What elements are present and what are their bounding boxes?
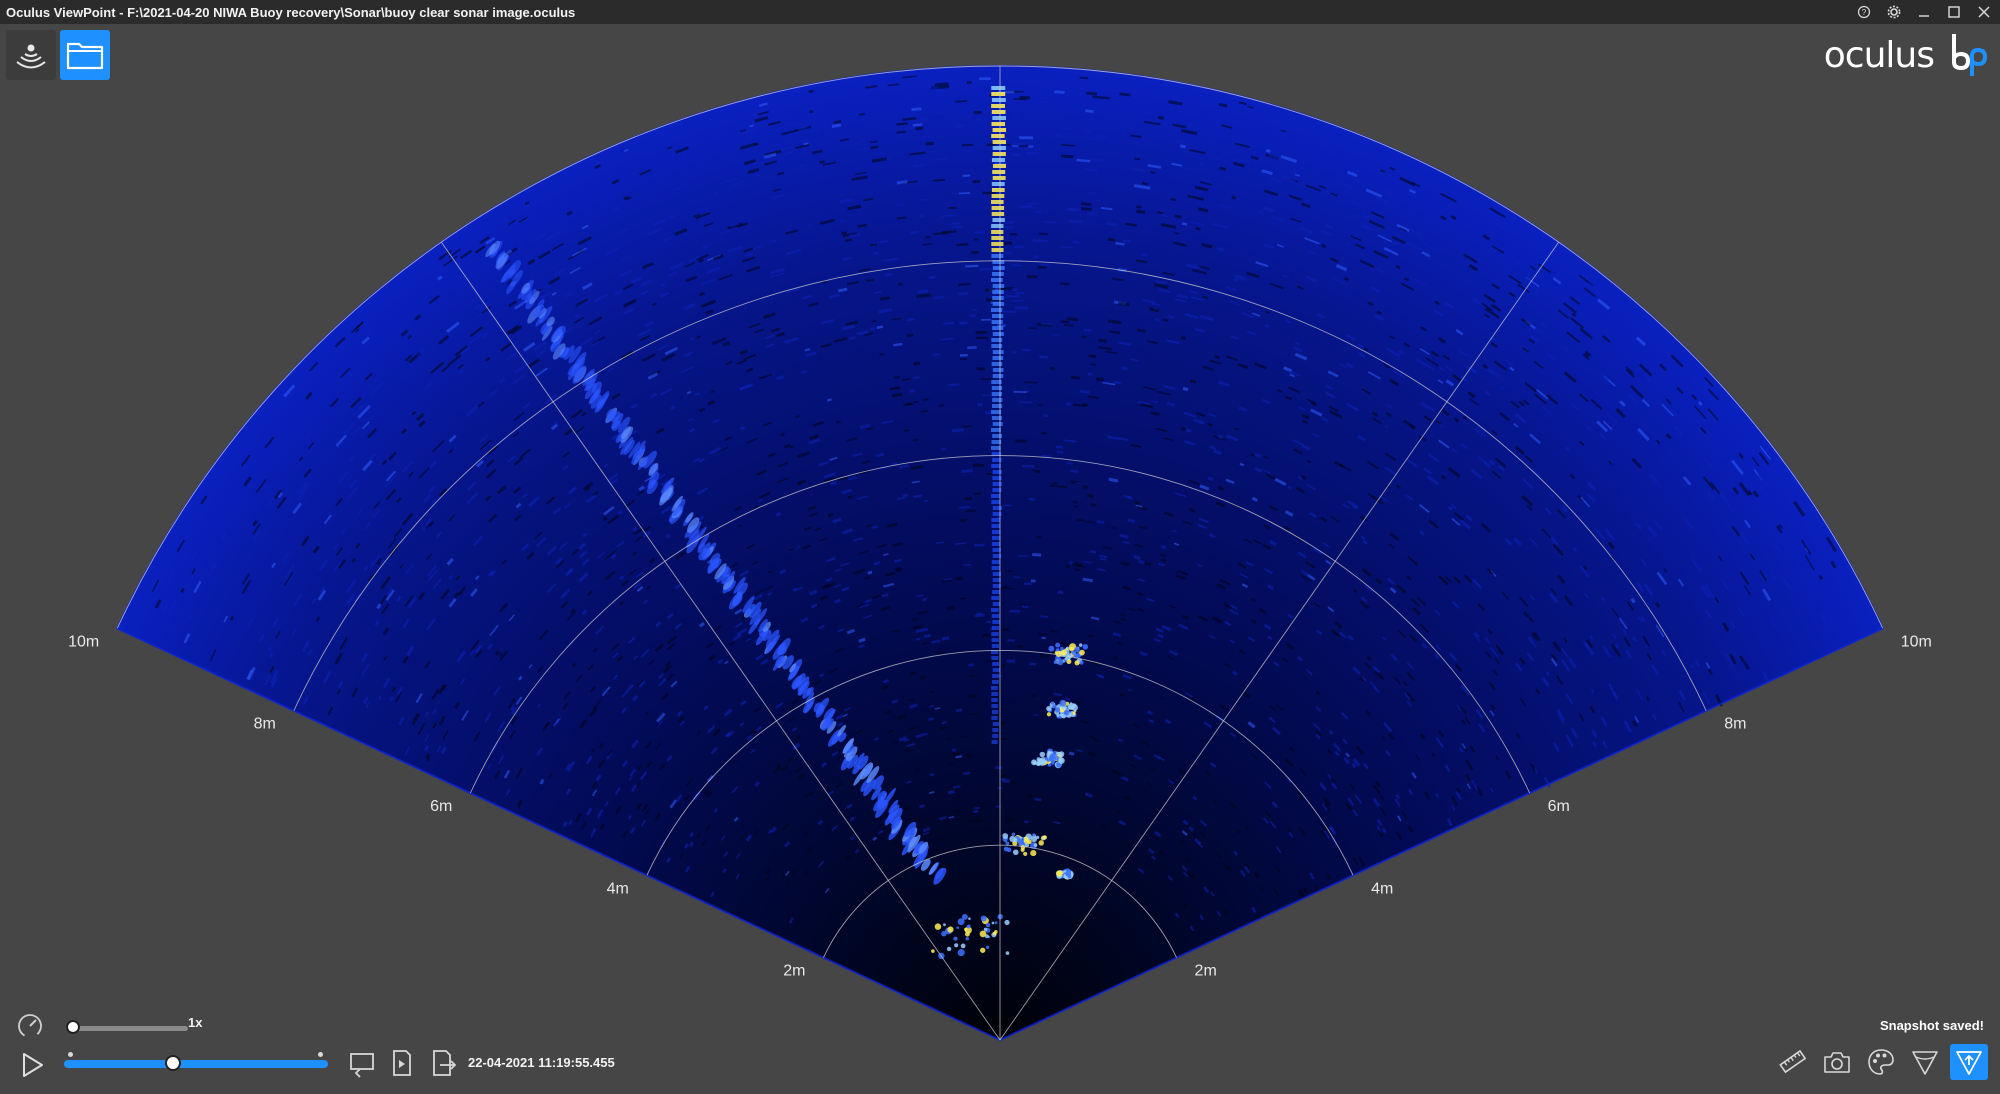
snapshot-status: Snapshot saved!: [1879, 1018, 1984, 1033]
gain-icon: [1912, 1051, 1938, 1075]
gain-button[interactable]: [1906, 1044, 1944, 1080]
playback-controls: 1x 22-04-2021 11:19:55.455: [14, 1008, 615, 1088]
range-label-10m: 10m: [1901, 633, 1932, 650]
close-icon[interactable]: [1976, 4, 1992, 20]
sonar-display[interactable]: 2m 2m 4m 4m 6m 6m 8m 8m 10m 10m: [0, 24, 2000, 1094]
range-label-4m: 4m: [1371, 880, 1393, 897]
timeline-knob[interactable]: [165, 1055, 182, 1071]
svg-text:?: ?: [1862, 8, 1867, 17]
speed-icon: [18, 1014, 42, 1038]
export-icon[interactable]: [428, 1048, 458, 1078]
window-title: Oculus ViewPoint - F:\2021-04-20 NIWA Bu…: [6, 4, 576, 20]
range-label-10m: 10m: [68, 633, 99, 650]
loop-icon[interactable]: [348, 1048, 378, 1078]
palette-icon: [1868, 1049, 1894, 1075]
range-label-8m: 8m: [1724, 716, 1746, 733]
maximize-icon[interactable]: [1946, 4, 1962, 20]
measure-button[interactable]: [1774, 1044, 1812, 1080]
title-bar: Oculus ViewPoint - F:\2021-04-20 NIWA Bu…: [0, 0, 2000, 24]
speed-label: 1x: [188, 1015, 203, 1030]
speed-slider-track[interactable]: [72, 1026, 188, 1031]
ruler-icon: [1779, 1049, 1807, 1074]
range-label-4m: 4m: [607, 880, 629, 897]
step-icon[interactable]: [388, 1048, 418, 1078]
help-icon[interactable]: ?: [1856, 4, 1872, 20]
tools-toolbar: [1774, 1044, 1988, 1080]
beam-icon: [1956, 1051, 1982, 1075]
minimize-icon[interactable]: [1916, 4, 1932, 20]
range-label-2m: 2m: [1195, 963, 1217, 980]
range-label-6m: 6m: [1548, 798, 1570, 815]
timeline-end-marker: [318, 1052, 323, 1057]
snapshot-button[interactable]: [1818, 1044, 1856, 1080]
range-label-2m: 2m: [783, 963, 805, 980]
range-label-6m: 6m: [430, 798, 452, 815]
timestamp-label: 22-04-2021 11:19:55.455: [468, 1055, 615, 1070]
timeline-start-marker: [68, 1052, 73, 1057]
speed-slider-knob[interactable]: [66, 1020, 80, 1034]
palette-button[interactable]: [1862, 1044, 1900, 1080]
play-icon[interactable]: [18, 1050, 46, 1080]
beam-mode-button[interactable]: [1950, 1044, 1988, 1080]
timeline-slider[interactable]: [64, 1052, 328, 1071]
settings-icon[interactable]: [1886, 4, 1902, 20]
range-label-8m: 8m: [254, 716, 276, 733]
camera-icon: [1824, 1052, 1850, 1073]
window-controls: ?: [1856, 0, 1992, 24]
